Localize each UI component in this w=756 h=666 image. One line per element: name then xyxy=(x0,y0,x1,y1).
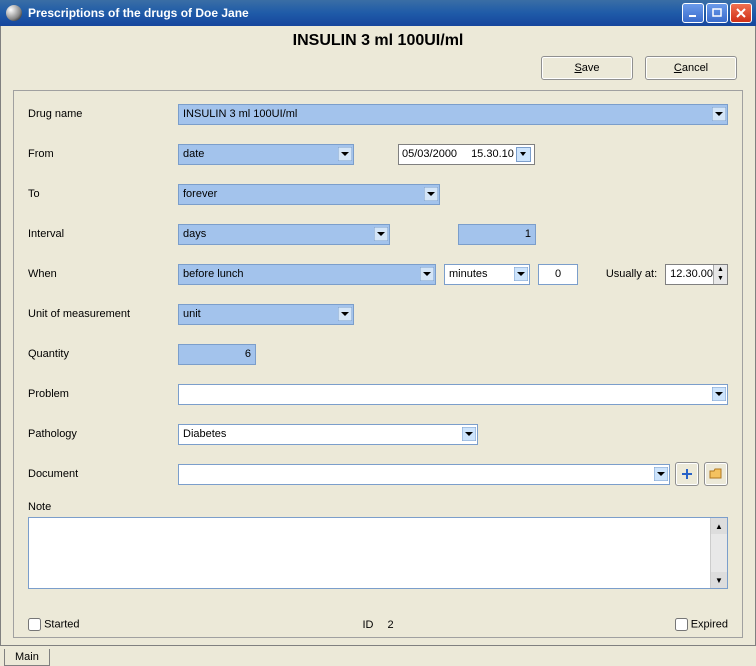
label-to: To xyxy=(28,188,178,200)
pathology-select[interactable]: Diabetes xyxy=(178,424,478,445)
document-select[interactable] xyxy=(178,464,670,485)
unit-select[interactable]: unit xyxy=(178,304,354,325)
to-mode-select[interactable]: forever xyxy=(178,184,440,205)
page-title: INSULIN 3 ml 100UI/ml xyxy=(1,26,755,50)
expired-checkbox-label[interactable]: Expired xyxy=(675,618,728,631)
browse-document-button[interactable] xyxy=(704,462,728,486)
label-pathology: Pathology xyxy=(28,428,178,440)
window-title: Prescriptions of the drugs of Doe Jane xyxy=(28,6,682,20)
spinner-down-icon[interactable]: ▼ xyxy=(714,274,727,284)
add-document-button[interactable] xyxy=(675,462,699,486)
cancel-button[interactable]: Cancel xyxy=(645,56,737,80)
label-from: From xyxy=(28,148,178,160)
from-time-value: 15.30.10 xyxy=(471,148,514,160)
plus-icon xyxy=(680,467,694,481)
drug-name-select[interactable]: INSULIN 3 ml 100UI/ml xyxy=(178,104,728,125)
note-textarea[interactable] xyxy=(29,518,710,588)
scroll-down-icon[interactable]: ▼ xyxy=(711,572,727,588)
content-area: INSULIN 3 ml 100UI/ml Save Cancel Drug n… xyxy=(0,26,756,646)
maximize-button[interactable] xyxy=(706,3,728,23)
label-drug-name: Drug name xyxy=(28,108,178,120)
label-when: When xyxy=(28,268,178,280)
usually-at-value: 12.30.00 xyxy=(670,268,713,280)
label-interval: Interval xyxy=(28,228,178,240)
save-button[interactable]: Save xyxy=(541,56,633,80)
label-id: ID xyxy=(362,619,373,631)
close-button[interactable] xyxy=(730,3,752,23)
folder-icon xyxy=(709,467,723,481)
label-unit: Unit of measurement xyxy=(28,308,178,320)
titlebar: Prescriptions of the drugs of Doe Jane xyxy=(0,0,756,26)
label-note: Note xyxy=(28,501,728,513)
label-document: Document xyxy=(28,468,178,480)
started-checkbox[interactable] xyxy=(28,618,41,631)
when-value-input[interactable] xyxy=(538,264,578,285)
minimize-button[interactable] xyxy=(682,3,704,23)
top-button-row: Save Cancel xyxy=(1,50,755,90)
from-datetime-field[interactable]: 05/03/2000 15.30.10 xyxy=(398,144,535,165)
scroll-up-icon[interactable]: ▲ xyxy=(711,518,727,534)
label-problem: Problem xyxy=(28,388,178,400)
status-row: Started ID 2 Expired xyxy=(28,618,728,631)
quantity-input[interactable] xyxy=(178,344,256,365)
app-icon xyxy=(6,5,22,21)
note-textarea-wrap: ▲ ▼ xyxy=(28,517,728,589)
interval-value-input[interactable] xyxy=(458,224,536,245)
label-usually-at: Usually at: xyxy=(606,268,657,280)
when-mode-select[interactable]: before lunch xyxy=(178,264,436,285)
form-panel: Drug name INSULIN 3 ml 100UI/ml From dat… xyxy=(13,90,743,638)
from-date-value: 05/03/2000 xyxy=(402,148,457,160)
label-quantity: Quantity xyxy=(28,348,178,360)
tab-main[interactable]: Main xyxy=(4,649,50,666)
problem-select[interactable] xyxy=(178,384,728,405)
note-scrollbar[interactable]: ▲ ▼ xyxy=(710,518,727,588)
id-value: 2 xyxy=(387,619,393,631)
tab-bar: Main xyxy=(0,646,756,666)
when-unit-select[interactable]: minutes xyxy=(444,264,530,285)
spinner-up-icon[interactable]: ▲ xyxy=(714,265,727,275)
interval-unit-select[interactable]: days xyxy=(178,224,390,245)
started-checkbox-label[interactable]: Started xyxy=(28,618,80,631)
usually-at-spinner[interactable]: 12.30.00 ▲ ▼ xyxy=(665,264,728,285)
from-mode-select[interactable]: date xyxy=(178,144,354,165)
window-controls xyxy=(682,3,752,23)
chevron-down-icon[interactable] xyxy=(516,147,531,162)
expired-checkbox[interactable] xyxy=(675,618,688,631)
